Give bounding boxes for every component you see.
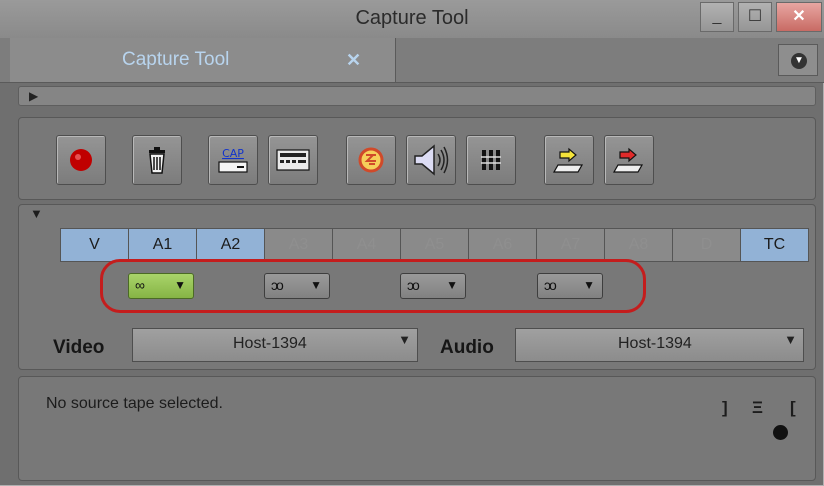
track-a8-button[interactable]: A8 — [604, 228, 673, 262]
highlight-ring — [100, 259, 646, 313]
trash-icon — [149, 147, 165, 174]
timecode-indicator: Ξ — [752, 398, 763, 417]
tab-close-icon[interactable]: ✕ — [346, 50, 361, 71]
tab-bar: Capture Tool ✕ — [0, 38, 824, 83]
track-a1-button[interactable]: A1 — [128, 228, 197, 262]
track-a7-button[interactable]: A7 — [536, 228, 605, 262]
fast-menu-button[interactable]: ▼ — [778, 44, 818, 76]
track-selector: V A1 A2 A3 A4 A5 A6 A7 A8 D TC — [60, 228, 809, 262]
expand-triangle-icon[interactable]: ▶ — [29, 89, 38, 103]
video-input-select[interactable]: Host-1394 ▼ — [132, 328, 418, 362]
track-a2-button[interactable]: A2 — [196, 228, 265, 262]
mark-out-indicator: ] — [722, 398, 728, 417]
status-panel — [18, 376, 816, 481]
deck-button[interactable] — [268, 135, 318, 185]
audio-input-value: Host-1394 — [618, 335, 692, 352]
video-label: Video — [53, 337, 105, 358]
chevron-down-icon: ▼ — [398, 332, 411, 347]
collapse-triangle-icon[interactable]: ▼ — [30, 206, 43, 221]
status-message: No source tape selected. — [46, 395, 223, 412]
tab-capture-tool[interactable]: Capture Tool ✕ — [10, 38, 396, 82]
track-a5-button[interactable]: A5 — [400, 228, 469, 262]
minimize-button[interactable]: _ — [700, 2, 734, 32]
audio-tool-button[interactable] — [406, 135, 456, 185]
record-icon — [70, 149, 92, 171]
track-v-button[interactable]: V — [60, 228, 129, 262]
track-a6-button[interactable]: A6 — [468, 228, 537, 262]
cap-icon: CAP — [218, 147, 248, 173]
capture-tool-window: Capture Tool _ ☐ ✕ Capture Tool ✕ ▼ ▶ CA… — [0, 0, 824, 486]
track-d-button[interactable]: D — [672, 228, 741, 262]
bin-target-red-icon — [612, 147, 644, 173]
chevron-down-icon: ▼ — [784, 332, 797, 347]
bin-target-yellow-icon — [552, 147, 584, 173]
trash-button[interactable] — [132, 135, 182, 185]
record-status-dot — [773, 425, 788, 440]
record-button[interactable] — [56, 135, 106, 185]
track-a4-button[interactable]: A4 — [332, 228, 401, 262]
title-bar: Capture Tool _ ☐ ✕ — [0, 0, 824, 39]
deck-icon — [276, 149, 310, 171]
capture-bin-button[interactable] — [544, 135, 594, 185]
audio-meter-button[interactable] — [466, 135, 516, 185]
audio-input-select[interactable]: Host-1394 ▼ — [515, 328, 804, 362]
tab-label: Capture Tool — [122, 49, 230, 70]
target-bin-button[interactable] — [604, 135, 654, 185]
mark-in-indicator: [ — [790, 398, 796, 417]
audio-label: Audio — [440, 337, 494, 358]
track-a3-button[interactable]: A3 — [264, 228, 333, 262]
toggle-source-icon — [358, 147, 384, 173]
close-button[interactable]: ✕ — [776, 2, 822, 32]
audio-meter-icon — [481, 150, 501, 170]
video-input-value: Host-1394 — [233, 335, 307, 352]
cap-button[interactable]: CAP — [208, 135, 258, 185]
speaker-icon — [414, 144, 449, 176]
toggle-source-button[interactable] — [346, 135, 396, 185]
expand-strip[interactable]: ▶ — [18, 86, 816, 106]
maximize-button[interactable]: ☐ — [738, 2, 772, 32]
svg-text:CAP: CAP — [222, 147, 244, 160]
track-tc-button[interactable]: TC — [740, 228, 809, 262]
chevron-down-icon: ▼ — [791, 53, 807, 69]
